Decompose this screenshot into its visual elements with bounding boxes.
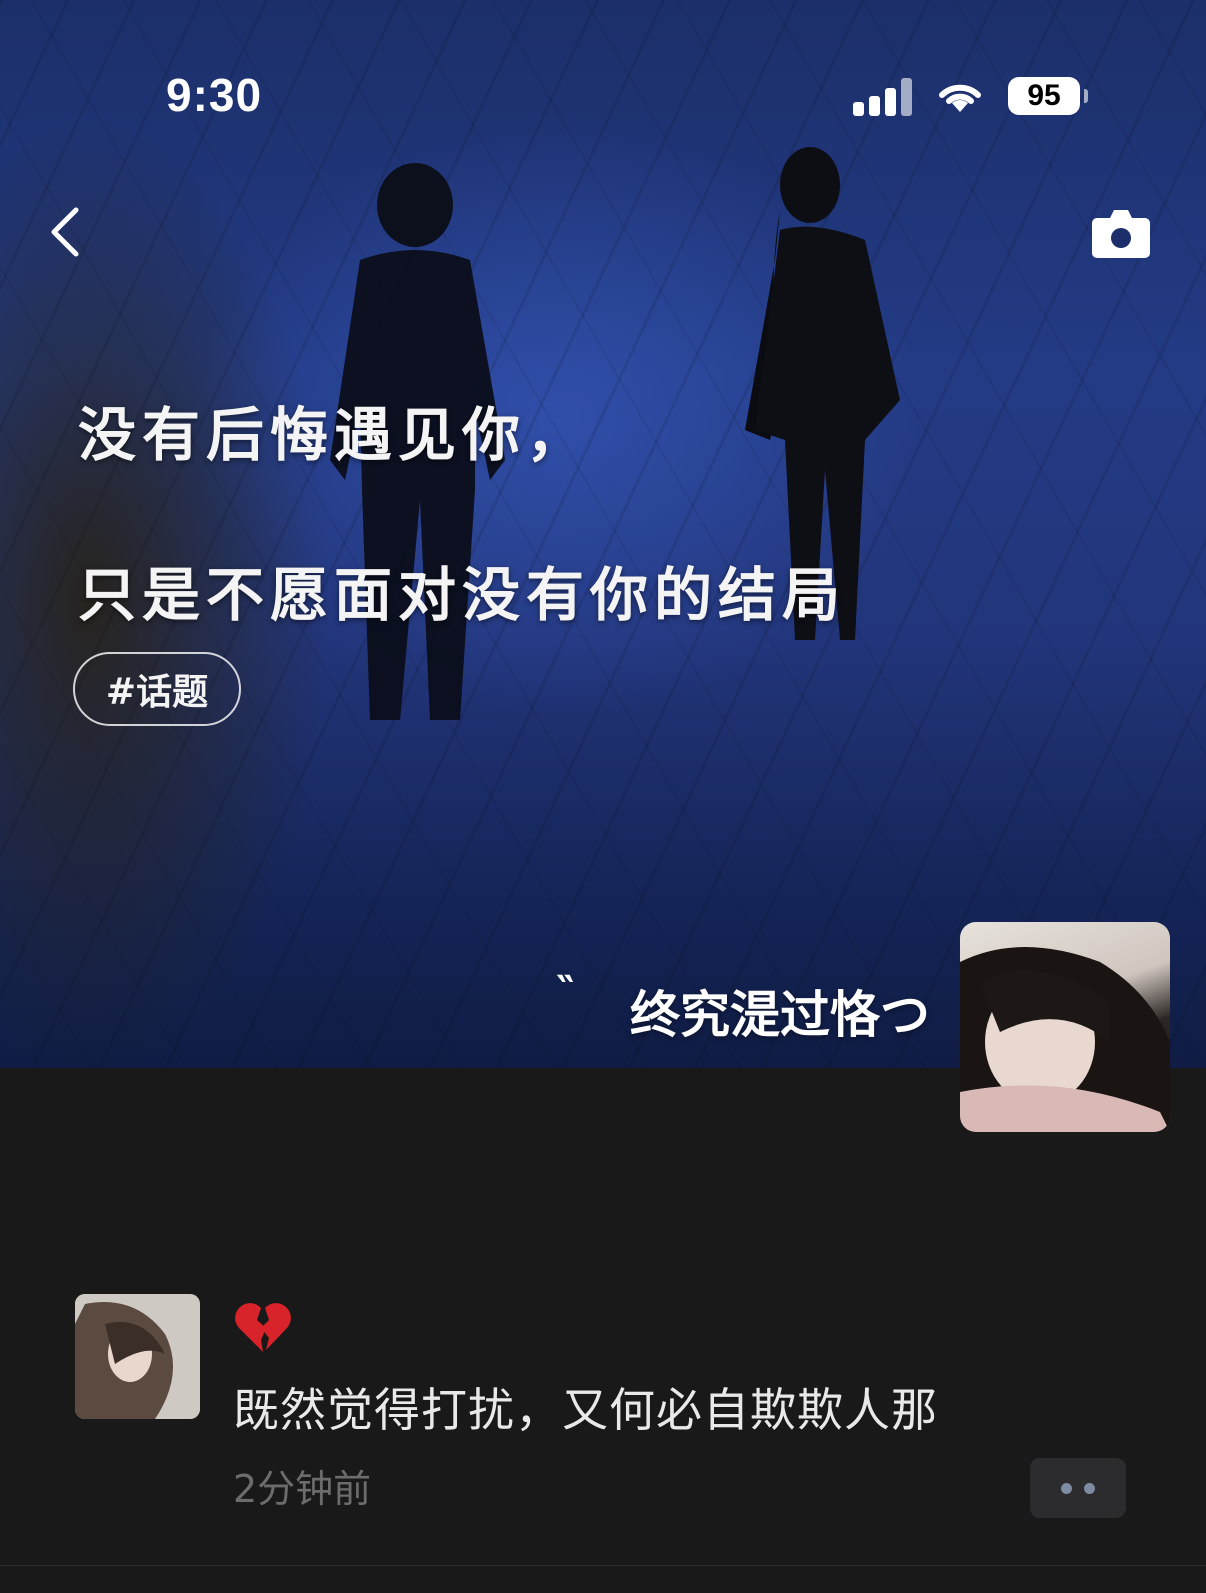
moment-post: 既然觉得打扰，又何必自欺欺人那 2分钟前: [75, 1294, 1135, 1534]
status-icons: 95: [853, 76, 1088, 116]
more-options-button[interactable]: [1030, 1458, 1126, 1518]
cover-headline-line2: 只是不愿面对没有你的结局: [78, 561, 847, 629]
post-text: 既然觉得打扰，又何必自欺欺人那: [233, 1383, 938, 1437]
dot-icon: [1084, 1482, 1095, 1494]
back-icon[interactable]: [40, 200, 100, 264]
quote-mark: ‶: [556, 968, 574, 1014]
divider: [0, 1565, 1206, 1566]
post-author-avatar[interactable]: [75, 1294, 200, 1419]
status-time: 9:30: [166, 69, 263, 121]
username[interactable]: 终究湜过恪つ: [630, 975, 930, 1047]
post-avatar-image: [75, 1294, 200, 1419]
wifi-icon: [939, 84, 981, 112]
profile-avatar[interactable]: [960, 922, 1170, 1132]
battery-indicator: 95: [1008, 77, 1088, 115]
profile-avatar-image: [960, 947, 1170, 1132]
post-timestamp: 2分钟前: [233, 1467, 372, 1511]
broken-heart-icon: [235, 1303, 291, 1352]
camera-icon[interactable]: [1090, 208, 1152, 260]
dot-icon: [1061, 1482, 1072, 1494]
cover-texture: [0, 0, 1206, 1068]
cover-headline-line1: 没有后悔遇见你，: [78, 401, 591, 469]
cellular-signal-icon: [853, 76, 912, 116]
topic-tag[interactable]: #话题: [73, 652, 241, 726]
cover-image: 9:30 95 没有后悔遇见你， 只是不愿面对没有你的结局 #话题 ‶ 终究湜过…: [0, 0, 1206, 1068]
